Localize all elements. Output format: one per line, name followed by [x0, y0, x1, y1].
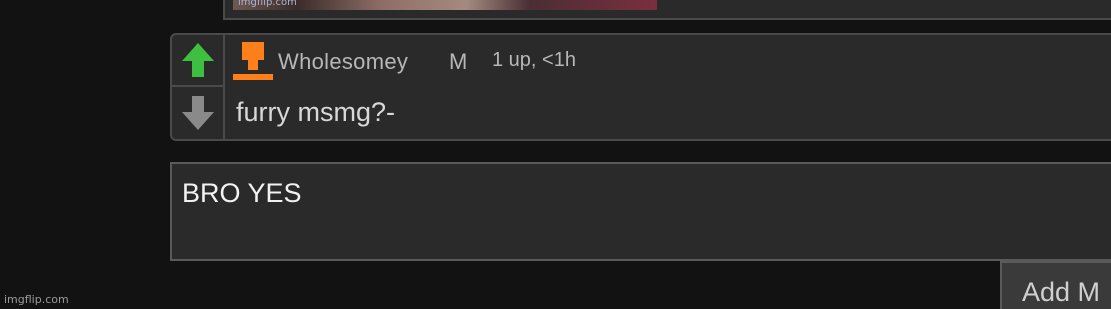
comment-meta: 1 up, <1h	[492, 49, 576, 71]
previous-image-watermark: imgflip.com	[238, 0, 297, 8]
upvote-button[interactable]	[172, 35, 223, 87]
comment-username[interactable]: Wholesomey	[278, 49, 408, 75]
vote-column	[172, 35, 225, 139]
add-meme-button[interactable]: Add M	[1000, 261, 1111, 309]
comment: Wholesomey M 1 up, <1h furry msmg?-	[170, 33, 1111, 141]
user-gender: M	[449, 49, 468, 74]
down-arrow-icon	[181, 96, 214, 130]
reply-input[interactable]: BRO YES	[170, 162, 1111, 261]
add-button-label: Add M	[1022, 277, 1101, 307]
user-icon[interactable]	[233, 42, 273, 80]
comment-thread: imgflip.com Wholesomey M 1 up, <1h furry…	[0, 0, 1111, 309]
imgflip-watermark: imgflip.com	[4, 293, 69, 306]
comment-text: furry msmg?-	[236, 97, 396, 127]
up-arrow-icon	[181, 43, 214, 77]
downvote-button[interactable]	[172, 87, 223, 139]
